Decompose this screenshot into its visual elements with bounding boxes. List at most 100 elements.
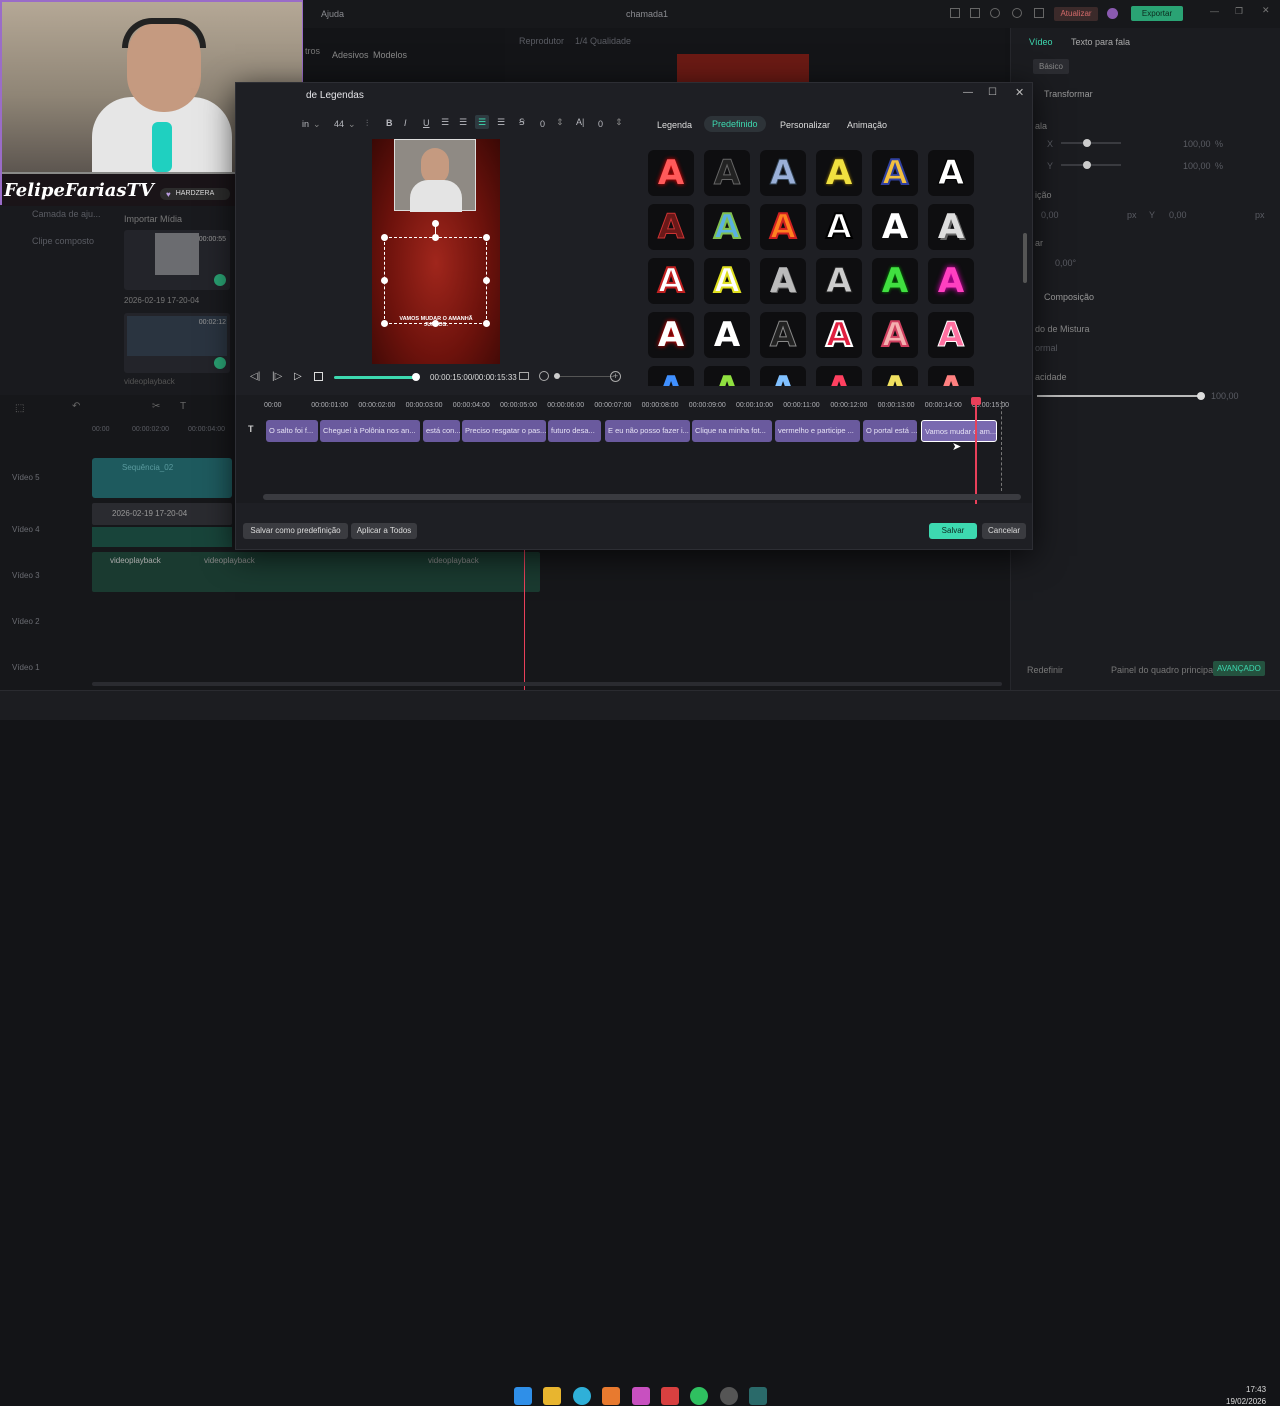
zoom-out-icon[interactable]	[539, 371, 549, 381]
tab-caption[interactable]: Legenda	[657, 120, 692, 130]
select-tool-icon[interactable]: ⬚	[15, 403, 24, 414]
font-size-select[interactable]: 44	[334, 119, 344, 129]
tab-animation[interactable]: Animação	[847, 120, 887, 130]
preset-style-thumbnail[interactable]: A	[872, 258, 918, 304]
resize-handle[interactable]	[432, 234, 439, 241]
preset-style-thumbnail[interactable]: A	[816, 150, 862, 196]
menu-help[interactable]: Ajuda	[321, 9, 344, 19]
caption-clip[interactable]: O salto foi f...	[266, 420, 318, 442]
letter-spacing-icon[interactable]: Ꞩ	[519, 117, 525, 128]
close-icon[interactable]: ✕	[1262, 5, 1270, 16]
preset-style-thumbnail[interactable]: A	[704, 204, 750, 250]
preset-style-thumbnail[interactable]: A	[760, 312, 806, 358]
tab-basic[interactable]: Básico	[1033, 59, 1069, 74]
slider-handle[interactable]	[1197, 392, 1205, 400]
settings-icon[interactable]	[1012, 8, 1022, 18]
cancel-button[interactable]: Cancelar	[982, 523, 1026, 539]
videoplayback-clip[interactable]: videoplayback videoplayback videoplaybac…	[92, 552, 540, 592]
caption-clip[interactable]: Clique na minha fot...	[692, 420, 772, 442]
whatsapp-icon[interactable]	[690, 1387, 708, 1405]
upgrade-button[interactable]: Atualizar	[1054, 7, 1098, 21]
player-label[interactable]: Reprodutor	[519, 36, 564, 46]
app-icon[interactable]	[632, 1387, 650, 1405]
windows-start-icon[interactable]	[514, 1387, 532, 1405]
preset-style-thumbnail[interactable]: A	[872, 366, 918, 386]
preset-scrollbar[interactable]	[1023, 233, 1027, 283]
video-clip[interactable]: 2026-02-19 17-20-04	[92, 503, 232, 525]
next-frame-icon[interactable]: |▷	[272, 371, 282, 382]
text-tool-icon[interactable]: T	[180, 401, 186, 412]
text-style-icon[interactable]: ⫶	[366, 118, 368, 129]
scale-x-slider[interactable]	[1061, 139, 1121, 147]
preset-style-thumbnail[interactable]: A	[928, 150, 974, 196]
preset-style-thumbnail[interactable]: A	[816, 366, 862, 386]
rotation-value[interactable]: 0,00°	[1055, 258, 1076, 268]
import-media-label[interactable]: Importar Mídia	[124, 214, 182, 224]
preset-style-thumbnail[interactable]: A	[648, 312, 694, 358]
preset-style-thumbnail[interactable]: A	[704, 258, 750, 304]
save-icon[interactable]	[950, 8, 960, 18]
preset-style-thumbnail[interactable]: A	[704, 312, 750, 358]
advanced-button[interactable]: AVANÇADO	[1213, 661, 1265, 676]
stepper-icon[interactable]: ⇕	[556, 117, 564, 128]
composition-section[interactable]: Composição	[1044, 292, 1094, 302]
caption-clip[interactable]: está con...	[423, 420, 460, 442]
align-right-icon[interactable]: ☰	[459, 117, 467, 128]
preset-style-thumbnail[interactable]: A	[928, 312, 974, 358]
preset-style-thumbnail[interactable]: A	[816, 258, 862, 304]
preset-style-thumbnail[interactable]: A	[760, 204, 806, 250]
obs-icon[interactable]	[720, 1387, 738, 1405]
media-thumb-2[interactable]: 00:02:12	[124, 313, 230, 373]
close-icon[interactable]: ✕	[1015, 86, 1024, 99]
tab-preset[interactable]: Predefinido	[704, 116, 766, 132]
preset-style-thumbnail[interactable]: A	[816, 312, 862, 358]
caption-clip[interactable]: vermelho e participe ...	[775, 420, 860, 442]
scale-x-value[interactable]: 100,00	[1183, 139, 1211, 149]
tab-filters[interactable]: tros	[305, 46, 320, 56]
app-icon[interactable]	[661, 1387, 679, 1405]
align-left-icon[interactable]: ☰	[441, 117, 449, 128]
adjustment-layer-item[interactable]: Camada de aju...	[32, 209, 101, 219]
stop-icon[interactable]	[314, 372, 323, 381]
bold-icon[interactable]: B	[386, 118, 393, 128]
scale-y-slider[interactable]	[1061, 161, 1121, 169]
blend-mode-select[interactable]: ormal	[1035, 343, 1058, 353]
preset-style-thumbnail[interactable]: A	[816, 204, 862, 250]
chevron-down-icon[interactable]: ⌄	[348, 119, 356, 130]
save-preset-button[interactable]: Salvar como predefinição	[243, 523, 348, 539]
resize-handle[interactable]	[483, 277, 490, 284]
tab-customize[interactable]: Personalizar	[780, 120, 830, 130]
undo-icon[interactable]: ↶	[72, 401, 80, 412]
slider-handle[interactable]	[1083, 161, 1091, 169]
transform-section[interactable]: Transformar	[1044, 89, 1093, 99]
media-thumb-1[interactable]: 00:00:55	[124, 230, 230, 290]
progress-handle[interactable]	[412, 373, 420, 381]
preset-style-thumbnail[interactable]: A	[648, 204, 694, 250]
tab-video[interactable]: Vídeo	[1029, 37, 1053, 47]
slider-handle[interactable]	[1083, 139, 1091, 147]
export-button[interactable]: Exportar	[1131, 6, 1183, 21]
stepper-icon[interactable]: ⇕	[615, 117, 623, 128]
save-button[interactable]: Salvar	[929, 523, 977, 539]
compound-clip-item[interactable]: Clipe composto	[32, 236, 94, 246]
line-spacing-value[interactable]: 0	[598, 119, 603, 129]
preset-style-thumbnail[interactable]: A	[648, 150, 694, 196]
caption-clip[interactable]: E eu não posso fazer i...	[605, 420, 690, 442]
preset-style-thumbnail[interactable]: A	[872, 150, 918, 196]
edge-browser-icon[interactable]	[573, 1387, 591, 1405]
keyframe-panel-button[interactable]: Painel do quadro principal	[1111, 665, 1215, 675]
preset-style-thumbnail[interactable]: A	[760, 366, 806, 386]
fullscreen-icon[interactable]	[519, 372, 529, 380]
underline-icon[interactable]: U	[423, 118, 430, 128]
italic-icon[interactable]: I	[404, 118, 407, 128]
caption-clip[interactable]: Vamos mudar o am...	[921, 420, 997, 442]
app-icon[interactable]	[602, 1387, 620, 1405]
caption-selection-box[interactable]: VAMOS MUDAR O AMANHÃ JUNTOS.	[381, 220, 490, 328]
preset-style-thumbnail[interactable]: A	[928, 258, 974, 304]
tab-templates[interactable]: Modelos	[373, 50, 407, 60]
preset-style-thumbnail[interactable]: A	[648, 366, 694, 386]
letter-spacing-value[interactable]: 0	[540, 119, 545, 129]
play-icon[interactable]: ▷	[294, 371, 302, 382]
caption-timeline-scrollbar[interactable]	[263, 494, 1021, 500]
caption-clip[interactable]: O portal está ...	[863, 420, 917, 442]
